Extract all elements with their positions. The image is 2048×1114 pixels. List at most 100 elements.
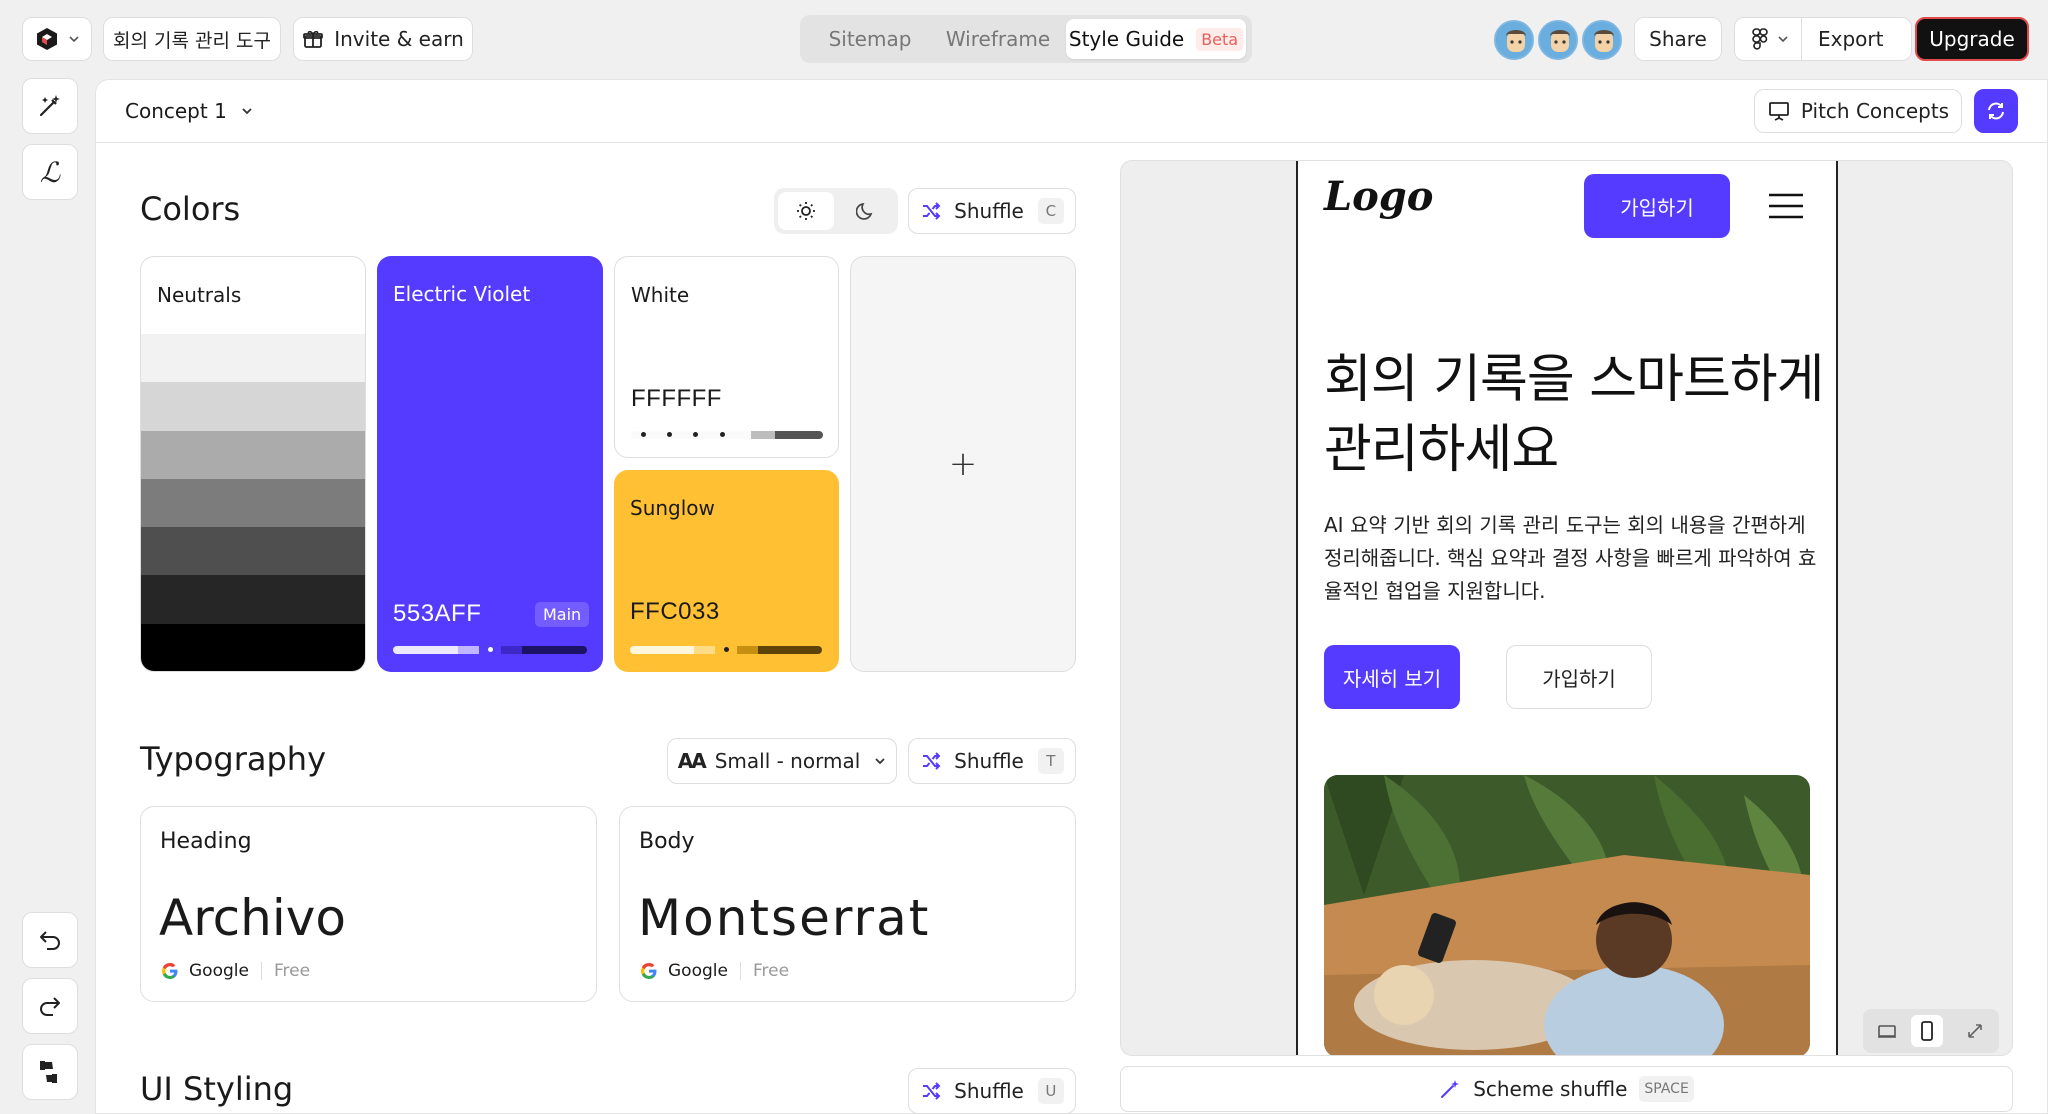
font-family-name: Archivo	[159, 889, 346, 947]
neutral-shade[interactable]	[141, 623, 365, 671]
desktop-view-button[interactable]	[1871, 1015, 1903, 1047]
font-role: Body	[639, 829, 695, 854]
electric-violet-label: Electric Violet	[393, 282, 531, 306]
preview-hero-title: 회의 기록을 스마트하게 관리하세요	[1324, 350, 1824, 480]
tab-wireframe-label: Wireframe	[945, 27, 1051, 51]
upgrade-label: Upgrade	[1929, 27, 2015, 51]
refresh-icon	[1985, 100, 2007, 122]
undo-button[interactable]	[22, 912, 78, 968]
sunglow-swatch-card[interactable]: Sunglow FFC033	[614, 470, 839, 672]
invite-earn-label: Invite & earn	[334, 27, 464, 51]
colors-shuffle-button[interactable]: Shuffle C	[908, 188, 1076, 234]
divider	[1801, 17, 1802, 61]
main-color-badge: Main	[535, 602, 590, 627]
undo-icon	[37, 927, 63, 953]
feedback-button[interactable]	[22, 1044, 78, 1100]
neutral-shade[interactable]	[141, 334, 365, 383]
neutral-shade[interactable]	[141, 478, 365, 528]
avatar[interactable]	[1494, 20, 1534, 60]
project-name-button[interactable]: 회의 기록 관리 도구	[103, 17, 281, 61]
neutral-shade[interactable]	[141, 430, 365, 479]
preview-signup-nav-button[interactable]: 가입하기	[1584, 174, 1730, 238]
white-swatch-card[interactable]: White FFFFFF	[614, 256, 839, 458]
dark-mode-button[interactable]	[838, 192, 894, 230]
redo-icon	[37, 993, 63, 1019]
neutral-shade[interactable]	[141, 527, 365, 576]
ui-styling-title: UI Styling	[140, 1070, 294, 1108]
theme-toggle	[774, 188, 898, 234]
sunglow-hex: FFC033	[630, 598, 720, 625]
chevron-down-icon[interactable]	[1777, 33, 1789, 45]
cube-logo-icon	[34, 26, 60, 52]
pitch-concepts-button[interactable]: Pitch Concepts	[1754, 89, 1962, 133]
divider	[739, 962, 741, 980]
invite-earn-button[interactable]: Invite & earn	[293, 17, 473, 61]
avatar[interactable]	[1582, 20, 1622, 60]
shuffle-label: Shuffle	[954, 1079, 1024, 1103]
typography-tool-button[interactable]: ℒ	[22, 144, 78, 200]
share-button[interactable]: Share	[1634, 17, 1722, 61]
regenerate-button[interactable]	[1974, 89, 2018, 133]
light-mode-button[interactable]	[778, 192, 834, 230]
expand-button[interactable]	[1959, 1015, 1991, 1047]
sunglow-label: Sunglow	[630, 496, 715, 520]
divider	[260, 962, 262, 980]
tab-style-guide[interactable]: Style Guide Beta	[1066, 19, 1246, 59]
sunglow-scale	[630, 646, 822, 654]
neutral-shade[interactable]	[141, 575, 365, 624]
magic-wand-button[interactable]	[22, 78, 78, 134]
electric-violet-swatch-card[interactable]: Electric Violet 553AFF Main	[377, 256, 603, 672]
font-source-name: Google	[189, 961, 249, 981]
shuffle-label: Shuffle	[954, 749, 1024, 773]
shortcut-key: T	[1037, 748, 1064, 774]
share-label: Share	[1649, 27, 1707, 51]
shuffle-icon	[920, 200, 942, 222]
preview-primary-cta-label: 자세히 보기	[1342, 666, 1442, 691]
preview-secondary-cta[interactable]: 가입하기	[1506, 645, 1652, 709]
export-group: Export	[1734, 17, 1912, 61]
app-logo-menu[interactable]	[22, 17, 92, 61]
neutral-shade[interactable]	[141, 382, 365, 431]
header-divider	[96, 142, 2048, 143]
chevron-down-icon	[68, 33, 80, 45]
monitor-icon	[1877, 1023, 1897, 1039]
moon-icon	[856, 201, 876, 221]
tab-wireframe[interactable]: Wireframe	[936, 19, 1060, 59]
font-role: Heading	[160, 829, 252, 854]
preview-primary-cta[interactable]: 자세히 보기	[1324, 645, 1460, 709]
tab-style-guide-label: Style Guide	[1068, 27, 1185, 51]
add-color-card[interactable]: +	[850, 256, 1076, 672]
figma-icon[interactable]	[1751, 28, 1769, 50]
device-toggle	[1863, 1009, 1999, 1053]
upgrade-button[interactable]: Upgrade	[1915, 17, 2029, 61]
tab-sitemap[interactable]: Sitemap	[810, 19, 930, 59]
scheme-shuffle-label: Scheme shuffle	[1473, 1077, 1628, 1101]
white-scale	[631, 431, 823, 439]
neutral-shades	[141, 334, 365, 671]
neutrals-swatch-card[interactable]: Neutrals	[140, 256, 366, 672]
beta-badge: Beta	[1196, 27, 1244, 51]
scheme-shuffle-button[interactable]: Scheme shuffle SPACE	[1120, 1066, 2013, 1112]
shuffle-icon	[920, 1080, 942, 1102]
typography-shuffle-button[interactable]: Shuffle T	[908, 738, 1076, 784]
shortcut-key: SPACE	[1639, 1076, 1694, 1102]
neutrals-label: Neutrals	[157, 283, 242, 307]
redo-button[interactable]	[22, 978, 78, 1034]
font-source: Google Free	[640, 961, 789, 981]
shuffle-label: Shuffle	[954, 199, 1024, 223]
heading-font-card[interactable]: Heading Archivo Google Free	[140, 806, 597, 1002]
script-l-icon: ℒ	[39, 155, 61, 189]
plus-icon: +	[948, 444, 978, 484]
text-size-icon: AA	[677, 749, 707, 773]
chevron-down-icon	[874, 755, 886, 767]
concept-selector[interactable]: Concept 1	[125, 98, 253, 124]
mobile-view-button[interactable]	[1911, 1015, 1943, 1047]
magic-wand-icon	[36, 92, 64, 120]
ui-styling-shuffle-button[interactable]: Shuffle U	[908, 1068, 1076, 1114]
type-size-dropdown[interactable]: AA Small - normal	[667, 738, 897, 784]
export-button[interactable]: Export	[1818, 27, 1883, 51]
body-font-card[interactable]: Body Montserrat Google Free	[619, 806, 1076, 1002]
avatar[interactable]	[1538, 20, 1578, 60]
white-label: White	[631, 283, 690, 307]
hamburger-menu-icon[interactable]	[1768, 193, 1804, 219]
